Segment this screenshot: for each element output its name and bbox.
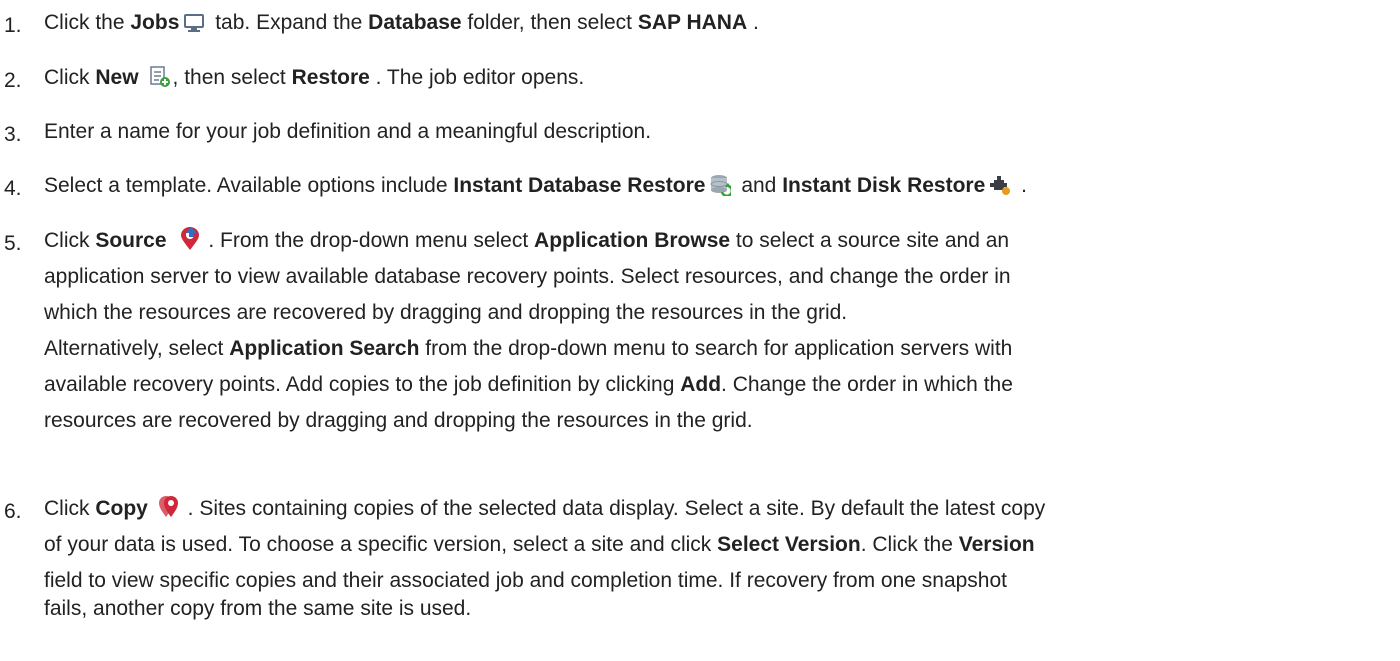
step-number: 4. — [4, 177, 22, 200]
step-number: 3. — [4, 123, 22, 146]
step-text: Select a template. Available options inc… — [44, 174, 1027, 197]
instant-disk-restore-label: Instant Disk Restore — [782, 174, 986, 197]
instant-database-restore-label: Instant Database Restore — [453, 174, 706, 197]
new-label: New — [95, 66, 139, 89]
step-6-line-1: Click Copy . Sites containing copies of … — [44, 496, 1046, 520]
version-label: Version — [958, 533, 1035, 556]
procedure-document: 1. Click the Jobs tab. Expand the Databa… — [0, 0, 1400, 661]
source-site-icon — [180, 227, 199, 250]
step-5: 5. Click Source . From the drop-down men… — [0, 226, 1400, 486]
step-5-line-2: application server to view available dat… — [44, 265, 1011, 288]
application-search-label: Application Search — [229, 337, 420, 360]
disk-restore-icon — [990, 176, 1011, 195]
step-number: 1. — [4, 14, 22, 37]
database-restore-icon — [710, 175, 732, 196]
step-number: 5. — [4, 232, 22, 255]
step-text: Click New, then select Restore . The job… — [44, 66, 585, 89]
restore-label: Restore — [291, 66, 370, 89]
select-version-label: Select Version — [717, 533, 861, 556]
monitor-icon — [184, 14, 205, 32]
database-label: Database — [368, 11, 462, 34]
jobs-label: Jobs — [130, 11, 180, 34]
step-6-line-2: of your data is used. To choose a specif… — [44, 533, 1035, 556]
step-number: 2. — [4, 69, 22, 92]
new-job-icon — [149, 66, 170, 87]
copy-label: Copy — [95, 497, 148, 520]
step-5-para-2-line-1: Alternatively, select Application Search… — [44, 337, 1013, 360]
add-label: Add — [680, 373, 722, 396]
application-browse-label: Application Browse — [534, 229, 731, 252]
copy-location-icon — [158, 496, 178, 517]
source-label: Source — [95, 229, 167, 252]
step-6-line-3: field to view specific copies and their … — [44, 569, 1007, 592]
step-6: 6. Click Copy . Sites containing copies … — [0, 494, 1400, 654]
step-6-line-4: fails, another copy from the same site i… — [44, 597, 472, 620]
sap-hana-label: SAP HANA — [637, 11, 748, 34]
step-5-para-2-line-3: resources are recovered by dragging and … — [44, 409, 753, 432]
step-text: Enter a name for your job definition and… — [44, 120, 652, 143]
step-5-para-2-line-2: available recovery points. Add copies to… — [44, 373, 1013, 396]
step-5-line-1: Click Source . From the drop-down menu s… — [44, 227, 1010, 252]
step-5-line-3: which the resources are recovered by dra… — [44, 301, 848, 324]
step-number: 6. — [4, 500, 22, 523]
step-text: Click the Jobs tab. Expand the Database … — [44, 11, 759, 34]
